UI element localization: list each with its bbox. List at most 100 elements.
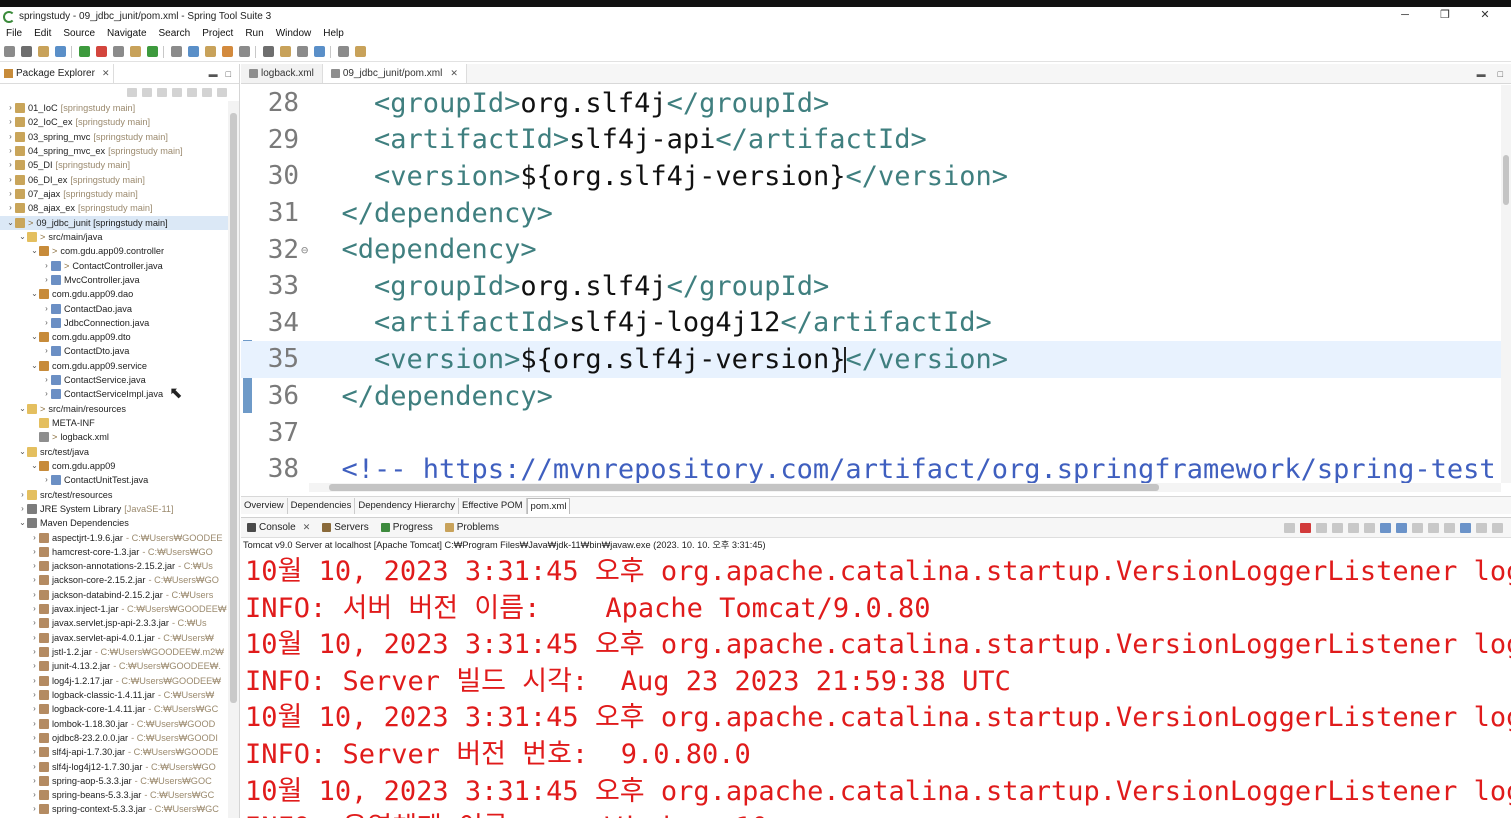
chevron-down-icon[interactable]: ⌄ xyxy=(30,330,39,344)
package-explorer-tab[interactable]: Package Explorer ✕ xyxy=(0,63,115,84)
open-type-icon[interactable] xyxy=(263,46,274,57)
chevron-right-icon[interactable]: › xyxy=(30,802,39,816)
run-icon[interactable] xyxy=(113,46,124,57)
tree-item[interactable]: › JRE System Library [JavaSE-11] xyxy=(0,502,228,516)
save-all-icon[interactable] xyxy=(38,46,49,57)
chevron-right-icon[interactable]: › xyxy=(42,259,51,273)
menu-window[interactable]: Window xyxy=(276,28,312,39)
chevron-right-icon[interactable]: › xyxy=(30,631,39,645)
chevron-right-icon[interactable]: › xyxy=(30,717,39,731)
chevron-right-icon[interactable]: › xyxy=(6,187,15,201)
tree-item[interactable]: › MvcController.java xyxy=(0,273,228,287)
tree-item[interactable]: › 01_IoC [springstudy main] xyxy=(0,101,228,115)
editor-tab[interactable]: logback.xml xyxy=(241,64,323,83)
publish-icon[interactable] xyxy=(1284,522,1295,533)
maximize-view-icon[interactable] xyxy=(1492,522,1503,533)
tree-item[interactable]: ⌄ > src/main/resources xyxy=(0,402,228,416)
close-icon[interactable]: ✕ xyxy=(450,68,458,79)
maximize-view-icon[interactable]: □ xyxy=(226,69,231,79)
new-icon[interactable] xyxy=(4,46,15,57)
minimize-view-icon[interactable]: ▬ xyxy=(1477,69,1486,79)
chevron-right-icon[interactable]: › xyxy=(18,502,27,516)
maximize-view-icon[interactable]: □ xyxy=(1498,69,1503,79)
pom-tab[interactable]: Dependency Hierarchy xyxy=(355,497,459,514)
tree-item[interactable]: › jackson-annotations-2.15.2.jar - C:₩Us xyxy=(0,559,228,573)
tree-item[interactable]: › spring-aop-5.3.3.jar - C:₩Users₩GOC xyxy=(0,774,228,788)
chevron-right-icon[interactable]: › xyxy=(42,316,51,330)
console-tab[interactable]: Progress xyxy=(375,522,439,533)
tree-item[interactable]: › logback-core-1.4.11.jar - C:₩Users₩GC xyxy=(0,702,228,716)
pom-tab[interactable]: pom.xml xyxy=(526,497,571,514)
menu-run[interactable]: Run xyxy=(245,28,263,39)
display-console-icon[interactable] xyxy=(1444,522,1455,533)
open-console-icon[interactable] xyxy=(1460,522,1471,533)
chevron-right-icon[interactable]: › xyxy=(30,774,39,788)
chevron-right-icon[interactable]: › xyxy=(6,201,15,215)
tree-item[interactable]: › ojdbc8-23.2.0.0.jar - C:₩Users₩GOODI xyxy=(0,731,228,745)
chevron-right-icon[interactable]: › xyxy=(30,645,39,659)
stop-icon[interactable] xyxy=(147,46,158,57)
tree-item[interactable]: › javax.servlet-api-4.0.1.jar - C:₩Users₩ xyxy=(0,631,228,645)
focus-icon[interactable] xyxy=(202,87,212,97)
chevron-down-icon[interactable]: ⌄ xyxy=(30,459,39,473)
tree-item[interactable]: ⌄ com.gdu.app09 xyxy=(0,459,228,473)
menu-navigate[interactable]: Navigate xyxy=(107,28,146,39)
new-java-project-icon[interactable] xyxy=(205,46,216,57)
minimize-view-icon[interactable]: ▬ xyxy=(209,69,218,79)
tree-item[interactable]: › javax.servlet.jsp-api-2.3.3.jar - C:₩Us xyxy=(0,616,228,630)
tree-item[interactable]: › log4j-1.2.17.jar - C:₩Users₩GOODEE₩ xyxy=(0,674,228,688)
chevron-down-icon[interactable]: ⌄ xyxy=(18,402,27,416)
code-line[interactable]: 37 xyxy=(241,414,1503,451)
tree-item[interactable]: › ContactServiceImpl.java ⬉ xyxy=(0,386,228,402)
tree-item[interactable]: › 07_ajax [springstudy main] xyxy=(0,187,228,201)
tree-item[interactable]: › 04_spring_mvc_ex [springstudy main] xyxy=(0,144,228,158)
tree-item[interactable]: ⌄ > com.gdu.app09.controller xyxy=(0,244,228,258)
chevron-right-icon[interactable]: › xyxy=(6,130,15,144)
tree-item[interactable]: ⌄ Maven Dependencies xyxy=(0,516,228,530)
editor-tab[interactable]: 09_jdbc_junit/pom.xml ✕ xyxy=(322,64,467,83)
chevron-right-icon[interactable]: › xyxy=(30,659,39,673)
chevron-right-icon[interactable]: › xyxy=(6,158,15,172)
tree-item[interactable]: › hamcrest-core-1.3.jar - C:₩Users₩GO xyxy=(0,545,228,559)
editor-vscroll-thumb[interactable] xyxy=(1503,155,1509,205)
remove-launch-icon[interactable] xyxy=(1316,522,1327,533)
back-icon[interactable] xyxy=(127,87,137,97)
tree-item[interactable]: › jstl-1.2.jar - C:₩Users₩GOODEE₩.m2₩ xyxy=(0,645,228,659)
clear-console-icon[interactable] xyxy=(1348,522,1359,533)
chevron-right-icon[interactable]: › xyxy=(30,731,39,745)
tree-item[interactable]: › 08_ajax_ex [springstudy main] xyxy=(0,201,228,215)
tree-item[interactable]: › aspectjrt-1.9.6.jar - C:₩Users₩GOODEE xyxy=(0,530,228,544)
pom-tab[interactable]: Dependencies xyxy=(288,497,356,514)
menu-source[interactable]: Source xyxy=(63,28,95,39)
tree-item[interactable]: ⌄ > src/main/java xyxy=(0,230,228,244)
editor-horizontal-scrollbar[interactable] xyxy=(309,483,1501,492)
new-class-icon[interactable] xyxy=(239,46,250,57)
search-icon[interactable] xyxy=(280,46,291,57)
pin-console-icon[interactable] xyxy=(1428,522,1439,533)
chevron-right-icon[interactable]: › xyxy=(30,760,39,774)
restore-button[interactable]: ❐ xyxy=(1425,7,1465,26)
word-wrap-icon[interactable] xyxy=(1380,522,1391,533)
chevron-right-icon[interactable]: › xyxy=(30,702,39,716)
pom-tab[interactable]: Overview xyxy=(241,497,288,514)
chevron-right-icon[interactable]: › xyxy=(42,344,51,358)
scroll-lock-icon[interactable] xyxy=(1364,522,1375,533)
tree-item[interactable]: › ContactDao.java xyxy=(0,301,228,315)
menu-project[interactable]: Project xyxy=(202,28,233,39)
show-stderr-icon[interactable] xyxy=(1412,522,1423,533)
tree-item[interactable]: › spring-context-5.3.3.jar - C:₩Users₩GC xyxy=(0,802,228,816)
annotation-nav-icon[interactable] xyxy=(297,46,308,57)
tree-item[interactable]: › javax.inject-1.jar - C:₩Users₩GOODEE₩ xyxy=(0,602,228,616)
editor-vertical-scrollbar[interactable] xyxy=(1501,85,1511,483)
chevron-right-icon[interactable]: › xyxy=(30,588,39,602)
new-spring-icon[interactable] xyxy=(188,46,199,57)
tree-scrollbar-thumb[interactable] xyxy=(230,113,237,703)
tree-item[interactable]: › JdbcConnection.java xyxy=(0,316,228,330)
chevron-right-icon[interactable]: › xyxy=(30,674,39,688)
menu-edit[interactable]: Edit xyxy=(34,28,51,39)
chevron-right-icon[interactable]: › xyxy=(42,387,51,401)
code-line[interactable]: 38 <!-- https://mvnrepository.com/artifa… xyxy=(241,451,1503,483)
external-tools-icon[interactable] xyxy=(130,46,141,57)
code-line[interactable]: 34 <artifactId>slf4j-log4j12</artifactId… xyxy=(241,305,1503,342)
code-line[interactable]: 32 ⊖ <dependency> xyxy=(241,231,1503,268)
